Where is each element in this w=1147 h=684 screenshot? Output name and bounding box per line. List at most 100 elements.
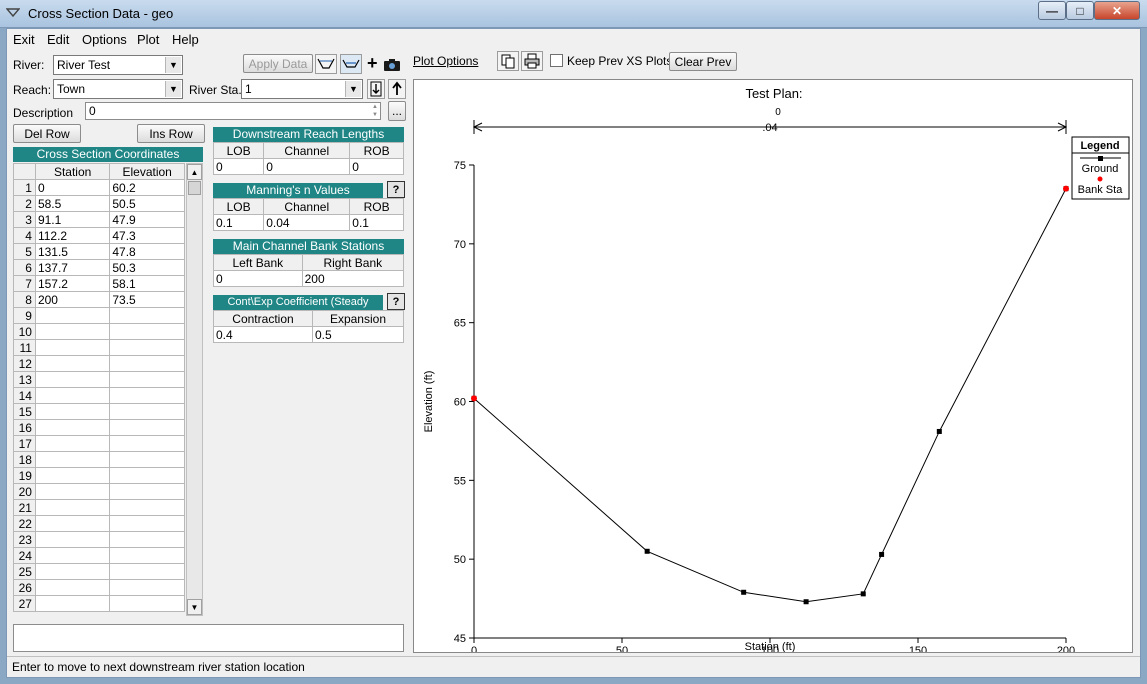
elevation-cell[interactable]: 47.8: [109, 243, 185, 260]
elevation-cell[interactable]: 50.3: [109, 259, 185, 276]
station-cell[interactable]: [34, 531, 111, 548]
station-cell[interactable]: 58.5: [34, 195, 111, 212]
row-number[interactable]: 16: [13, 419, 36, 436]
row-number[interactable]: 13: [13, 371, 36, 388]
elevation-cell[interactable]: 58.1: [109, 275, 185, 292]
menu-exit[interactable]: Exit: [13, 32, 35, 47]
scroll-up-icon[interactable]: ▲: [187, 164, 202, 180]
station-cell[interactable]: [34, 579, 111, 596]
station-cell[interactable]: [34, 339, 111, 356]
station-cell[interactable]: [34, 371, 111, 388]
row-number[interactable]: 2: [13, 195, 36, 212]
xs-plot-button[interactable]: [340, 54, 362, 74]
row-number[interactable]: 24: [13, 547, 36, 564]
right-bank-field[interactable]: 200: [301, 270, 405, 287]
mannings-help-button[interactable]: ?: [387, 181, 405, 198]
elevation-cell[interactable]: [109, 323, 185, 340]
clear-prev-button[interactable]: Clear Prev: [669, 52, 737, 71]
elevation-cell[interactable]: [109, 355, 185, 372]
station-cell[interactable]: [34, 467, 111, 484]
maximize-button[interactable]: □: [1066, 1, 1094, 20]
elevation-cell[interactable]: [109, 499, 185, 516]
row-number[interactable]: 22: [13, 515, 36, 532]
lob-length-field[interactable]: 0: [212, 158, 265, 175]
scroll-thumb[interactable]: [188, 181, 201, 195]
coords-scrollbar[interactable]: ▲ ▼: [186, 163, 203, 616]
elevation-cell[interactable]: 47.3: [109, 227, 185, 244]
left-bank-field[interactable]: 0: [213, 270, 303, 287]
row-number[interactable]: 27: [13, 595, 36, 612]
description-input[interactable]: 0: [85, 102, 381, 120]
elevation-cell[interactable]: [109, 371, 185, 388]
row-number[interactable]: 26: [13, 579, 36, 596]
station-cell[interactable]: [34, 435, 111, 452]
elevation-cell[interactable]: [109, 435, 185, 452]
station-cell[interactable]: [34, 307, 111, 324]
row-number[interactable]: 10: [13, 323, 36, 340]
station-cell[interactable]: [34, 547, 111, 564]
row-number[interactable]: 8: [13, 291, 36, 308]
elevation-cell[interactable]: [109, 451, 185, 468]
row-number[interactable]: 20: [13, 483, 36, 500]
elevation-cell[interactable]: 60.2: [109, 179, 185, 196]
xs-tools-button[interactable]: [315, 54, 337, 74]
row-number[interactable]: 1: [13, 179, 36, 196]
print-plot-button[interactable]: [521, 51, 543, 71]
row-number[interactable]: 4: [13, 227, 36, 244]
chevron-down-icon[interactable]: ▼: [165, 81, 181, 97]
station-cell[interactable]: 91.1: [34, 211, 111, 228]
contraction-field[interactable]: 0.4: [213, 326, 313, 343]
next-upstream-button[interactable]: [388, 79, 406, 99]
row-number[interactable]: 25: [13, 563, 36, 580]
station-cell[interactable]: [34, 515, 111, 532]
station-cell[interactable]: [34, 323, 111, 340]
description-spinner[interactable]: ▲ ▼: [369, 103, 381, 119]
app-icon[interactable]: [6, 7, 20, 19]
station-cell[interactable]: [34, 563, 111, 580]
elevation-cell[interactable]: [109, 307, 185, 324]
row-number[interactable]: 18: [13, 451, 36, 468]
row-number[interactable]: 11: [13, 339, 36, 356]
row-number[interactable]: 7: [13, 275, 36, 292]
row-number[interactable]: 12: [13, 355, 36, 372]
elevation-cell[interactable]: [109, 483, 185, 500]
menu-options[interactable]: Options: [82, 32, 127, 47]
ins-row-button[interactable]: Ins Row: [137, 124, 205, 143]
reach-select[interactable]: Town ▼: [53, 79, 183, 99]
elevation-cell[interactable]: [109, 403, 185, 420]
elevation-cell[interactable]: [109, 419, 185, 436]
station-cell[interactable]: [34, 595, 111, 612]
scroll-down-icon[interactable]: ▼: [187, 599, 202, 615]
row-number[interactable]: 17: [13, 435, 36, 452]
chevron-down-icon[interactable]: ▼: [345, 81, 361, 97]
station-cell[interactable]: 112.2: [34, 227, 111, 244]
station-cell[interactable]: [34, 419, 111, 436]
elevation-cell[interactable]: 47.9: [109, 211, 185, 228]
row-number[interactable]: 14: [13, 387, 36, 404]
rob-length-field[interactable]: 0: [349, 158, 404, 175]
elevation-cell[interactable]: [109, 531, 185, 548]
row-number[interactable]: 15: [13, 403, 36, 420]
minimize-button[interactable]: —: [1038, 1, 1066, 20]
elevation-cell[interactable]: [109, 515, 185, 532]
row-number[interactable]: 9: [13, 307, 36, 324]
row-number[interactable]: 19: [13, 467, 36, 484]
station-cell[interactable]: 0: [34, 179, 111, 196]
elevation-cell[interactable]: [109, 339, 185, 356]
keep-prev-checkbox[interactable]: [550, 54, 563, 67]
elevation-cell[interactable]: [109, 595, 185, 612]
station-cell[interactable]: [34, 355, 111, 372]
camera-icon[interactable]: [383, 58, 401, 72]
elevation-cell[interactable]: [109, 579, 185, 596]
station-cell[interactable]: [34, 403, 111, 420]
station-cell[interactable]: [34, 499, 111, 516]
elevation-cell[interactable]: [109, 547, 185, 564]
expansion-field[interactable]: 0.5: [311, 326, 405, 343]
station-cell[interactable]: [34, 387, 111, 404]
station-cell[interactable]: 131.5: [34, 243, 111, 260]
row-number[interactable]: 3: [13, 211, 36, 228]
menu-plot[interactable]: Plot: [137, 32, 159, 47]
rob-n-field[interactable]: 0.1: [349, 214, 404, 231]
chevron-down-icon[interactable]: ▼: [165, 57, 181, 73]
channel-length-field[interactable]: 0: [263, 158, 351, 175]
